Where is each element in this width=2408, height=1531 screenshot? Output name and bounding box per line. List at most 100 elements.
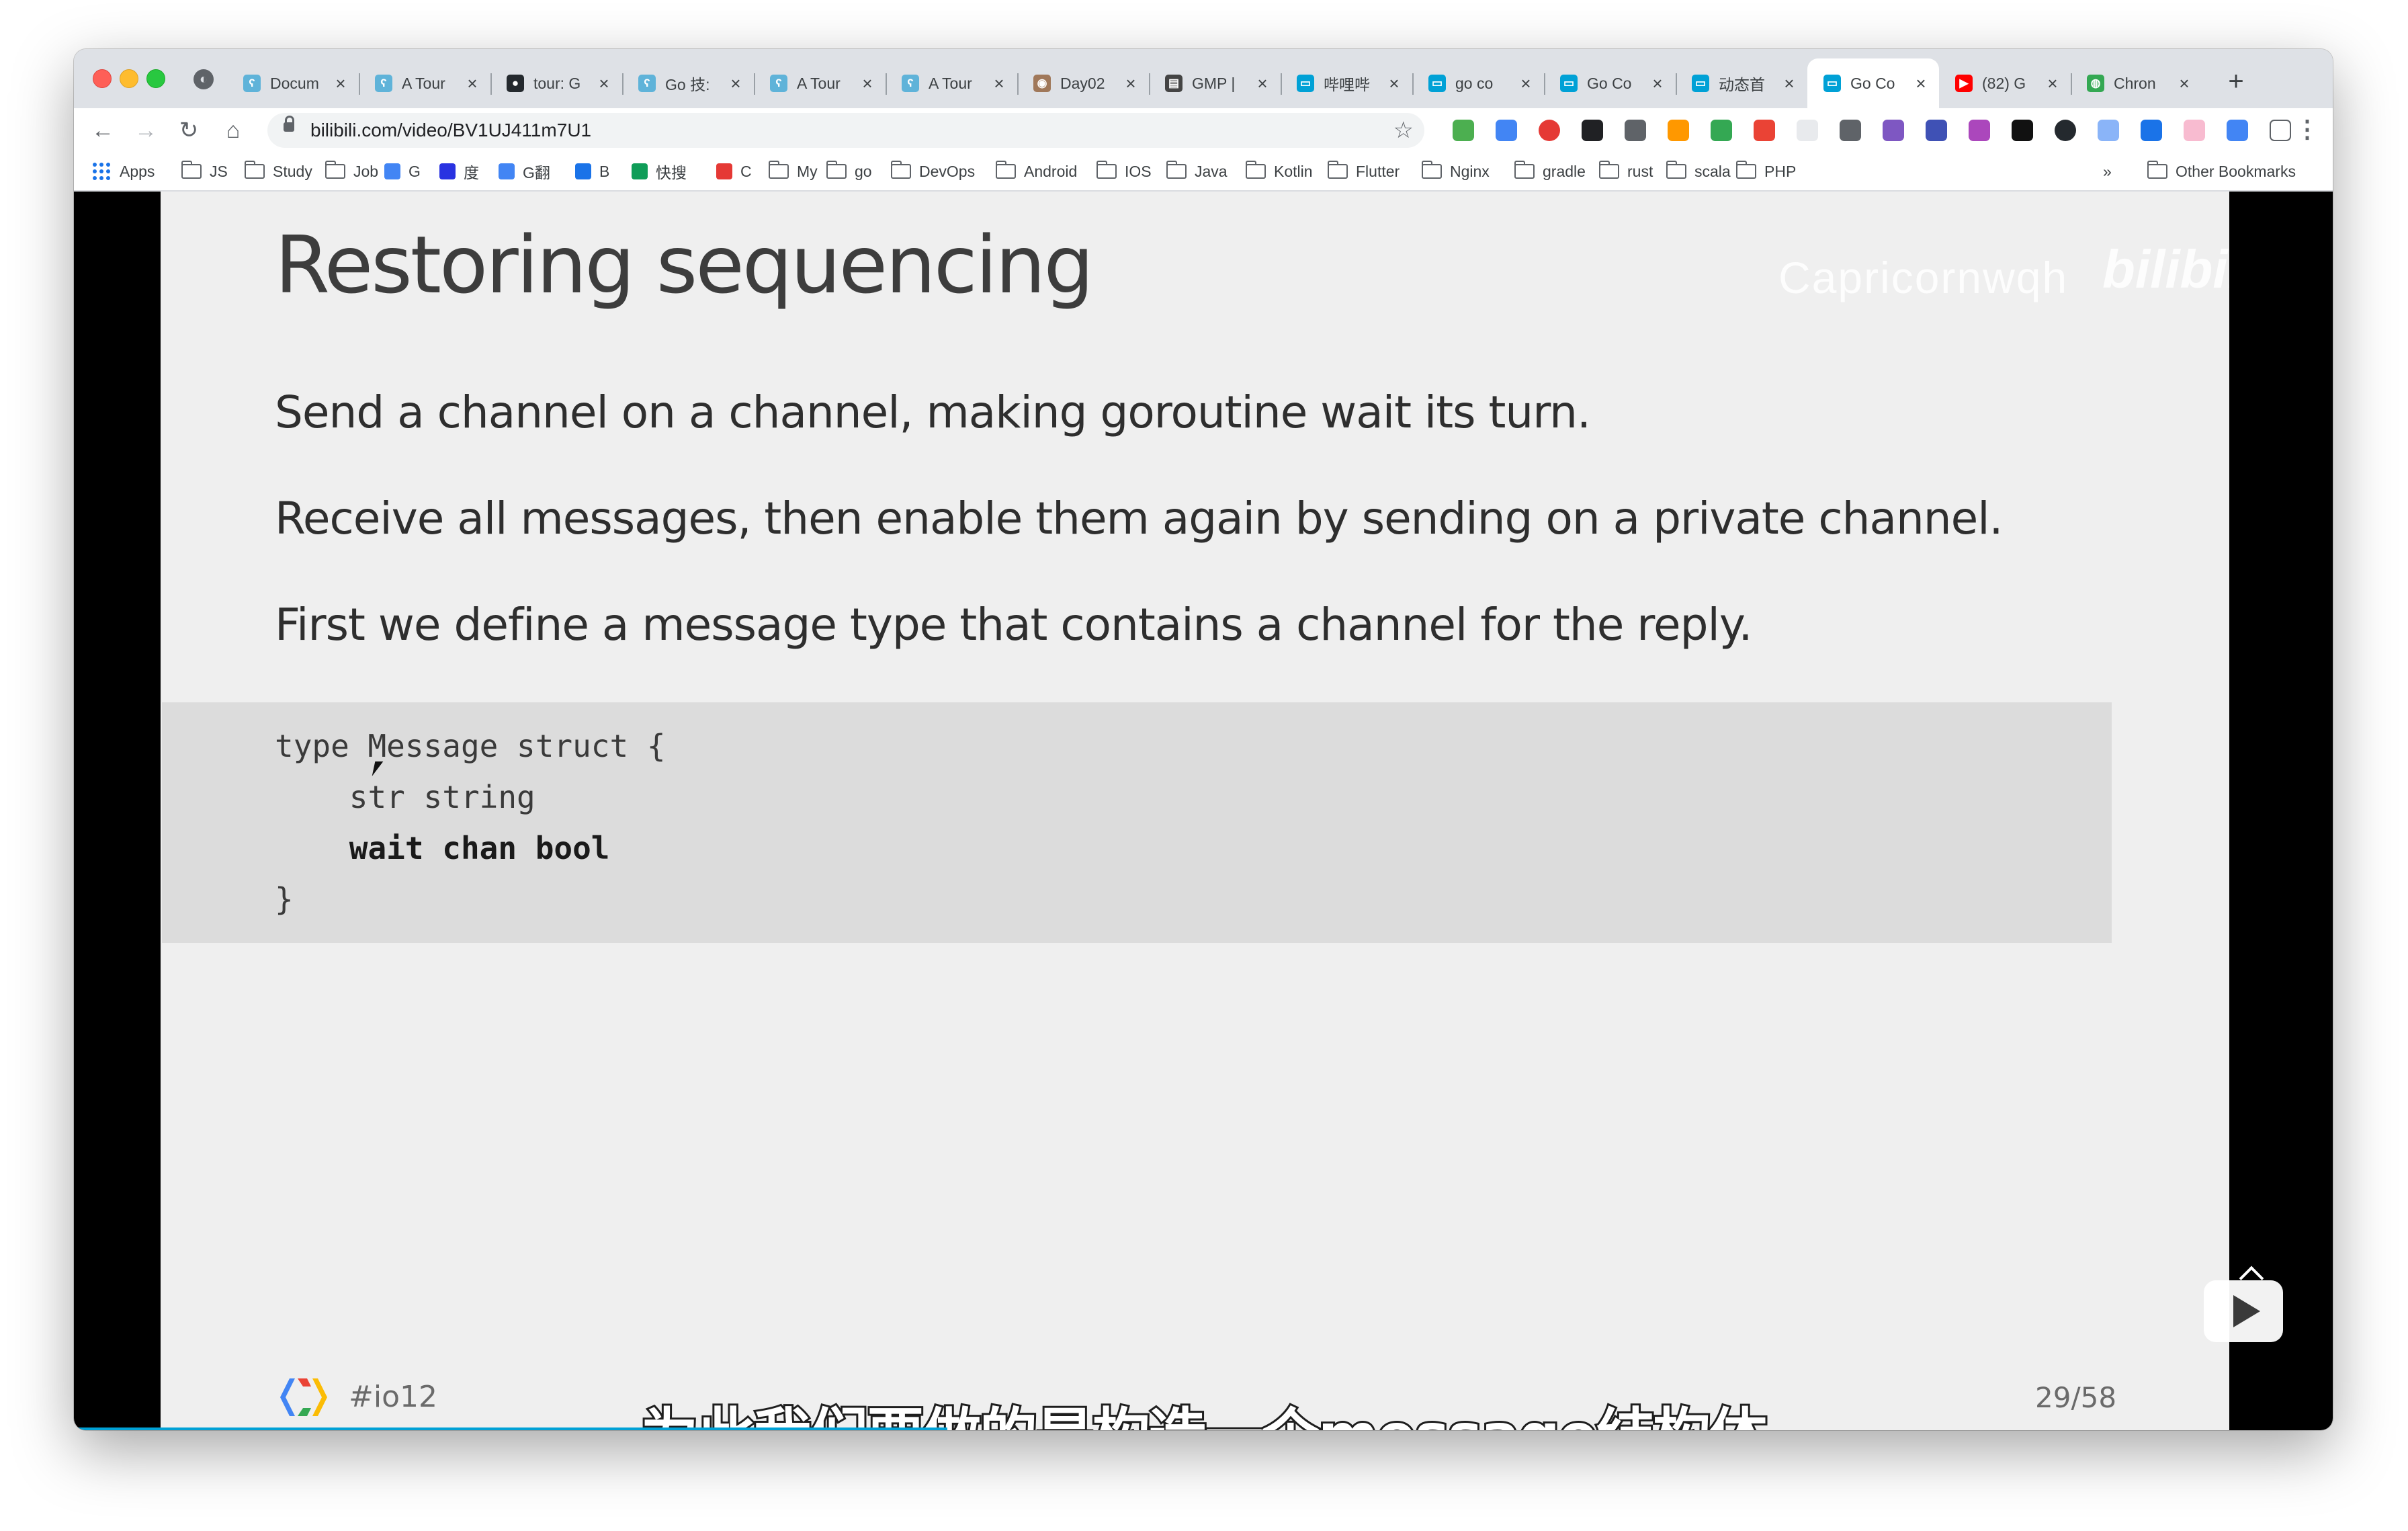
tab-close-icon[interactable]: ×	[1780, 73, 1798, 94]
bookmark-folder[interactable]: Nginx	[1422, 159, 1490, 183]
bookmark-folder[interactable]: Java	[1166, 159, 1228, 183]
lock-icon	[284, 116, 294, 132]
bookmark-google[interactable]: G	[384, 159, 421, 183]
tab-4[interactable]: ʕ A Tour ×	[754, 58, 886, 108]
extension-icon[interactable]	[1754, 120, 1775, 141]
tab-9[interactable]: ▭ go co ×	[1412, 58, 1544, 108]
tab-close-icon[interactable]: ×	[859, 73, 876, 94]
folder-icon	[2147, 161, 2167, 179]
tab-close-icon[interactable]: ×	[1649, 73, 1666, 94]
onenote-extension-icon[interactable]	[1883, 120, 1904, 141]
reading-list-icon[interactable]	[2270, 120, 2291, 141]
bookmark-translate[interactable]: G翻	[499, 159, 550, 183]
extension-icon[interactable]	[1797, 120, 1818, 141]
reload-button[interactable]: ↻	[173, 115, 204, 146]
address-bar[interactable]: bilibili.com/video/BV1UJ411m7U1 ☆	[267, 113, 1424, 148]
close-window-button[interactable]	[93, 69, 112, 88]
tab-8[interactable]: ▭ 哔哩哔 ×	[1281, 58, 1412, 108]
tab-close-icon[interactable]: ×	[2176, 73, 2193, 94]
tab-11[interactable]: ▭ 动态首 ×	[1676, 58, 1807, 108]
folder-icon	[769, 161, 789, 179]
new-tab-button[interactable]: +	[2217, 63, 2255, 100]
download-extension-icon[interactable]	[2098, 120, 2119, 141]
tab-5[interactable]: ʕ A Tour ×	[886, 58, 1017, 108]
tab-close-icon[interactable]: ×	[2044, 73, 2061, 94]
tab-12[interactable]: ▭ Go Co ×	[1807, 58, 1939, 108]
tab-close-icon[interactable]: ×	[1385, 73, 1403, 94]
minimize-window-button[interactable]	[120, 69, 138, 88]
tab-close-icon[interactable]: ×	[990, 73, 1008, 94]
bookmark-folder[interactable]: Android	[996, 159, 1077, 183]
extension-icon[interactable]	[1969, 120, 1990, 141]
extension-icon[interactable]	[1711, 120, 1732, 141]
tab-close-icon[interactable]: ×	[464, 73, 481, 94]
tab-13[interactable]: ▶ (82) G ×	[1939, 58, 2071, 108]
bookmark-quick[interactable]: 快搜	[632, 159, 687, 183]
chrome-menu-icon[interactable]: ⋮	[2295, 115, 2319, 143]
bookmark-folder[interactable]: My	[769, 159, 818, 183]
bookmark-folder[interactable]: go	[826, 159, 872, 183]
more-bookmarks-button[interactable]: »	[2103, 159, 2112, 183]
bookmark-translate2[interactable]: B	[575, 159, 609, 183]
play-icon[interactable]	[2204, 1280, 2283, 1342]
todoist-extension-icon[interactable]	[1539, 120, 1560, 141]
tab-close-icon[interactable]: ×	[1254, 73, 1271, 94]
jetbrains-extension-icon[interactable]	[2012, 120, 2033, 141]
video-progress-bar[interactable]	[74, 1427, 947, 1430]
extension-icon[interactable]	[1668, 120, 1689, 141]
bookmark-folder[interactable]: IOS	[1096, 159, 1152, 183]
zoom-window-button[interactable]	[146, 69, 165, 88]
bookmark-folder[interactable]: DevOps	[891, 159, 975, 183]
extension-icon[interactable]	[1926, 120, 1947, 141]
bookmark-label: JS	[210, 162, 228, 180]
tab-close-icon[interactable]: ×	[727, 73, 744, 94]
bookmark-folder[interactable]: Flutter	[1328, 159, 1400, 183]
bookmark-folder[interactable]: scala	[1666, 159, 1731, 183]
tab-7[interactable]: ▤ GMP | ×	[1149, 58, 1281, 108]
video-player[interactable]: Restoring sequencing Send a channel on a…	[74, 192, 2333, 1430]
tab-close-icon[interactable]: ×	[1122, 73, 1140, 94]
tab-6[interactable]: ◉ Day02 ×	[1017, 58, 1149, 108]
tab-3[interactable]: ʕ Go 技: ×	[622, 58, 754, 108]
bookmark-folder[interactable]: Kotlin	[1246, 159, 1313, 183]
tab-close-icon[interactable]: ×	[1517, 73, 1535, 94]
vue-devtools-icon[interactable]	[1840, 120, 1861, 141]
extension-icon[interactable]	[2184, 120, 2205, 141]
tab-10[interactable]: ▭ Go Co ×	[1544, 58, 1676, 108]
bookmark-label: go	[855, 162, 872, 180]
other-bookmarks-folder[interactable]: Other Bookmarks	[2147, 159, 2296, 183]
tab-14[interactable]: ◍ Chron ×	[2071, 58, 2202, 108]
folder-icon	[1096, 161, 1117, 179]
download-manager-icon[interactable]	[2141, 120, 2162, 141]
bookmark-folder[interactable]: gradle	[1514, 159, 1586, 183]
github-extension-icon[interactable]	[2055, 120, 2076, 141]
bookmark-folder[interactable]: rust	[1599, 159, 1653, 183]
bookmark-baidu[interactable]: 度	[439, 159, 479, 183]
clipboard-extension-icon[interactable]	[1625, 120, 1646, 141]
bookmark-folder[interactable]: Study	[245, 159, 312, 183]
bookmark-folder[interactable]: PHP	[1736, 159, 1796, 183]
forward-button[interactable]: →	[130, 115, 161, 146]
tab-close-icon[interactable]: ×	[1912, 73, 1930, 94]
bilibili-logo: bilibili	[2102, 239, 2229, 299]
bookmark-star-icon[interactable]: ☆	[1393, 113, 1414, 148]
extension-icon[interactable]	[1453, 120, 1474, 141]
bookmark-folder[interactable]: JS	[181, 159, 228, 183]
extension-icon[interactable]	[1582, 120, 1603, 141]
bilibili-icon: ▭	[1297, 75, 1314, 92]
extension-icon[interactable]	[2227, 120, 2248, 141]
tab-close-icon[interactable]: ×	[595, 73, 613, 94]
pinned-tab-icon[interactable]: ◐	[194, 69, 214, 89]
translate-extension-icon[interactable]	[1496, 120, 1517, 141]
bookmark-folder[interactable]: Job	[325, 159, 378, 183]
tab-title: A Tour	[929, 74, 972, 92]
home-button[interactable]: ⌂	[218, 115, 249, 146]
bookmark-csdn[interactable]: C	[716, 159, 752, 183]
bookmark-apps[interactable]: Apps	[93, 159, 155, 183]
tab-close-icon[interactable]: ×	[332, 73, 349, 94]
tab-1[interactable]: ʕ A Tour ×	[359, 58, 490, 108]
code-block: type Message struct { str string wait ch…	[162, 702, 2112, 943]
tab-2[interactable]: ● tour: G ×	[490, 58, 622, 108]
back-button[interactable]: ←	[87, 115, 118, 146]
tab-0[interactable]: ʕ Docum ×	[227, 58, 359, 108]
